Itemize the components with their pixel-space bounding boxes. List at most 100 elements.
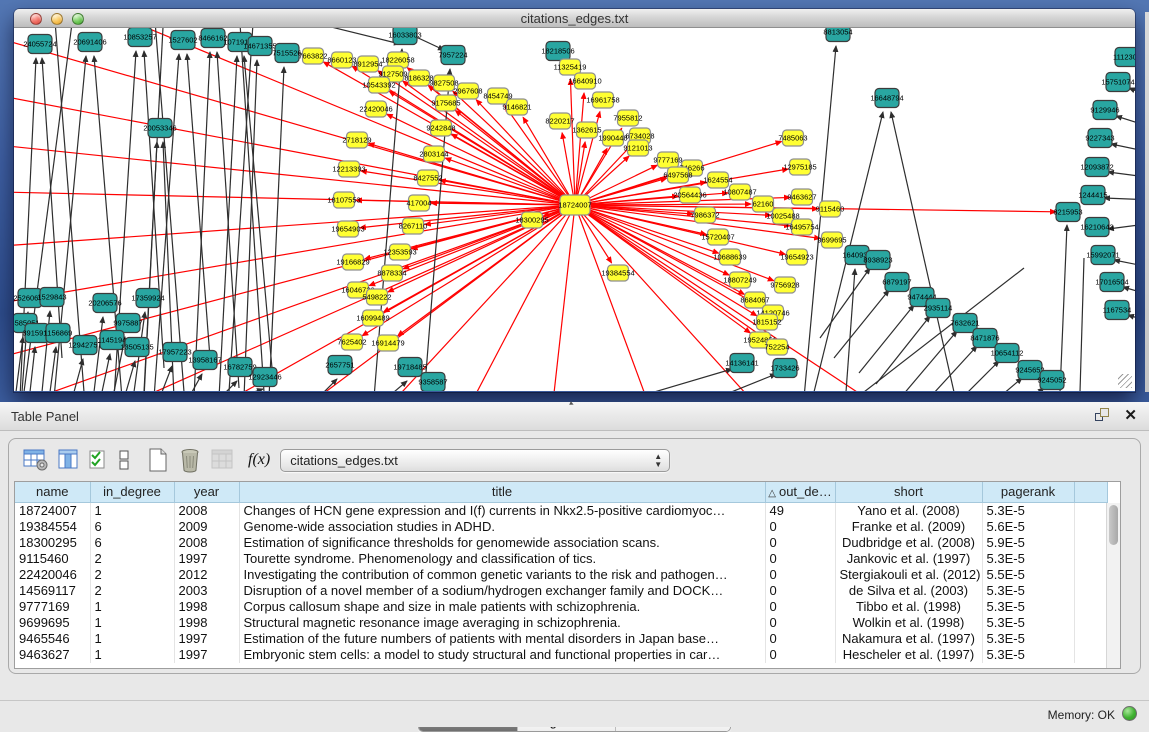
cell-in_degree[interactable]: 2 (90, 567, 174, 583)
cell-name[interactable]: 9699695 (15, 615, 90, 631)
cell-_filler[interactable] (1074, 631, 1107, 647)
new-table-icon[interactable] (147, 447, 169, 473)
cell-title[interactable]: Embryonic stem cells: a model to study s… (239, 647, 765, 663)
cell-title[interactable]: Corpus callosum shape and size in male p… (239, 599, 765, 615)
cell-_filler[interactable] (1074, 567, 1107, 583)
cell-_filler[interactable] (1074, 551, 1107, 567)
cell-short[interactable]: Wolkin et al. (1998) (835, 615, 982, 631)
cell-title[interactable]: Estimation of significance thresholds fo… (239, 535, 765, 551)
node-table-grid[interactable]: namein_degreeyeartitle△out_de…shortpager… (15, 482, 1108, 663)
cell-in_degree[interactable]: 2 (90, 583, 174, 599)
table-settings-icon[interactable] (23, 448, 49, 472)
citation-network-graph[interactable]: 2405572420691406108532571527602846616210… (14, 28, 1135, 391)
cell-in_degree[interactable]: 1 (90, 631, 174, 647)
cell-year[interactable]: 1997 (174, 647, 239, 663)
cell-in_degree[interactable]: 1 (90, 502, 174, 519)
cell-pagerank[interactable]: 5.5E-5 (982, 567, 1074, 583)
cell-out_degree[interactable]: 0 (765, 599, 835, 615)
cell-name[interactable]: 19384554 (15, 519, 90, 535)
cell-title[interactable]: Investigating the contribution of common… (239, 567, 765, 583)
cell-title[interactable]: Estimation of the future numbers of pati… (239, 631, 765, 647)
cell-pagerank[interactable]: 5.6E-5 (982, 519, 1074, 535)
cell-name[interactable]: 18724007 (15, 502, 90, 519)
cell-out_degree[interactable]: 0 (765, 647, 835, 663)
network-window-titlebar[interactable]: citations_edges.txt (14, 9, 1135, 28)
table-row[interactable]: 1938455462009Genome-wide association stu… (15, 519, 1107, 535)
column-header-in_degree[interactable]: in_degree (90, 482, 174, 502)
cell-short[interactable]: Tibbo et al. (1998) (835, 599, 982, 615)
table-row[interactable]: 946362711997Embryonic stem cells: a mode… (15, 647, 1107, 663)
cell-short[interactable]: Nakamura et al. (1997) (835, 631, 982, 647)
column-header-pagerank[interactable]: pagerank (982, 482, 1074, 502)
function-builder-icon[interactable]: f(x) (248, 451, 270, 469)
column-header-year[interactable]: year (174, 482, 239, 502)
cell-short[interactable]: Franke et al. (2009) (835, 519, 982, 535)
cell-year[interactable]: 2012 (174, 567, 239, 583)
cell-pagerank[interactable]: 5.3E-5 (982, 502, 1074, 519)
cell-_filler[interactable] (1074, 615, 1107, 631)
cell-_filler[interactable] (1074, 519, 1107, 535)
cell-in_degree[interactable]: 6 (90, 519, 174, 535)
column-header-_filler[interactable] (1074, 482, 1107, 502)
table-row[interactable]: 977716911998Corpus callosum shape and si… (15, 599, 1107, 615)
cell-in_degree[interactable]: 1 (90, 647, 174, 663)
cell-_filler[interactable] (1074, 583, 1107, 599)
column-header-short[interactable]: short (835, 482, 982, 502)
cell-out_degree[interactable]: 0 (765, 583, 835, 599)
cell-name[interactable]: 18300295 (15, 535, 90, 551)
select-columns-icon[interactable] (89, 448, 109, 472)
canvas-resize-grip[interactable] (1118, 374, 1132, 388)
cell-name[interactable]: 9115460 (15, 551, 90, 567)
cell-in_degree[interactable]: 2 (90, 551, 174, 567)
column-header-out_degree[interactable]: △out_de… (765, 482, 835, 502)
cell-short[interactable]: Dudbridge et al. (2008) (835, 535, 982, 551)
cell-out_degree[interactable]: 0 (765, 519, 835, 535)
cell-name[interactable]: 22420046 (15, 567, 90, 583)
cell-out_degree[interactable]: 0 (765, 615, 835, 631)
cell-year[interactable]: 2008 (174, 535, 239, 551)
show-columns-icon[interactable] (58, 448, 80, 472)
column-header-name[interactable]: name (15, 482, 90, 502)
cell-title[interactable]: Genome-wide association studies in ADHD. (239, 519, 765, 535)
memory-status-icon[interactable] (1122, 706, 1137, 721)
cell-in_degree[interactable]: 1 (90, 615, 174, 631)
cell-pagerank[interactable]: 5.3E-5 (982, 615, 1074, 631)
table-vertical-scrollbar[interactable] (1106, 503, 1120, 669)
cell-pagerank[interactable]: 5.3E-5 (982, 631, 1074, 647)
scrollbar-thumb[interactable] (1109, 505, 1118, 545)
table-row[interactable]: 2242004622012Investigating the contribut… (15, 567, 1107, 583)
float-panel-icon[interactable] (1095, 408, 1110, 423)
cell-name[interactable]: 14569117 (15, 583, 90, 599)
cell-out_degree[interactable]: 0 (765, 551, 835, 567)
table-select-dropdown[interactable]: citations_edges.txt ▲▼ (280, 449, 670, 472)
cell-short[interactable]: Stergiakouli et al. (2012) (835, 567, 982, 583)
cell-in_degree[interactable]: 1 (90, 599, 174, 615)
table-row[interactable]: 946554611997Estimation of the future num… (15, 631, 1107, 647)
row-height-icon[interactable] (118, 448, 130, 472)
cell-name[interactable]: 9463627 (15, 647, 90, 663)
cell-year[interactable]: 2009 (174, 519, 239, 535)
cell-title[interactable]: Structural magnetic resonance image aver… (239, 615, 765, 631)
cell-short[interactable]: Jankovic et al. (1997) (835, 551, 982, 567)
table-row[interactable]: 1872400712008Changes of HCN gene express… (15, 502, 1107, 519)
column-header-title[interactable]: title (239, 482, 765, 502)
cell-out_degree[interactable]: 0 (765, 535, 835, 551)
cell-pagerank[interactable]: 5.3E-5 (982, 551, 1074, 567)
cell-pagerank[interactable]: 5.3E-5 (982, 599, 1074, 615)
cell-out_degree[interactable]: 0 (765, 631, 835, 647)
cell-year[interactable]: 1998 (174, 615, 239, 631)
cell-year[interactable]: 1998 (174, 599, 239, 615)
cell-year[interactable]: 2003 (174, 583, 239, 599)
cell-_filler[interactable] (1074, 599, 1107, 615)
cell-title[interactable]: Tourette syndrome. Phenomenology and cla… (239, 551, 765, 567)
cell-_filler[interactable] (1074, 502, 1107, 519)
cell-short[interactable]: Yano et al. (2008) (835, 502, 982, 519)
close-panel-icon[interactable]: ✕ (1124, 408, 1137, 423)
cell-short[interactable]: de Silva et al. (2003) (835, 583, 982, 599)
cell-name[interactable]: 9777169 (15, 599, 90, 615)
cell-pagerank[interactable]: 5.3E-5 (982, 583, 1074, 599)
cell-year[interactable]: 1997 (174, 551, 239, 567)
table-row[interactable]: 1456911722003Disruption of a novel membe… (15, 583, 1107, 599)
cell-year[interactable]: 2008 (174, 502, 239, 519)
delete-table-icon[interactable] (178, 447, 202, 473)
